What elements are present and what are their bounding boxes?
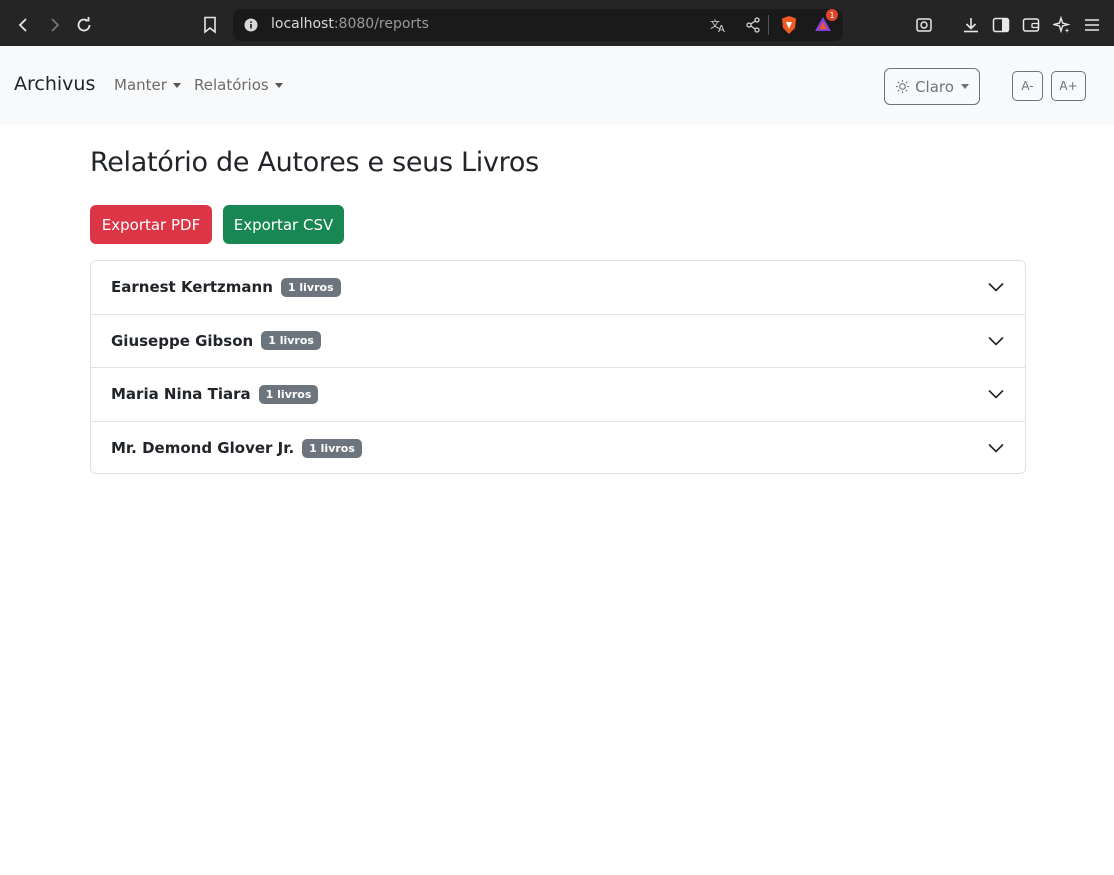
caret-down-icon: [960, 84, 969, 89]
book-count-badge: 1 livros: [280, 277, 341, 297]
translate-icon[interactable]: 文A: [707, 13, 731, 37]
address-bar[interactable]: localhost:8080/reports 文A 1: [233, 9, 843, 41]
url-host: localhost: [271, 16, 334, 32]
page-title: Relatório de Autores e seus Livros: [90, 147, 539, 178]
caret-down-icon: [172, 82, 181, 88]
author-name: Mr. Demond Glover Jr.: [111, 439, 295, 458]
brave-rewards-icon[interactable]: 1: [811, 9, 838, 36]
chevron-down-icon: [988, 336, 1004, 346]
theme-toggle-button[interactable]: Claro: [884, 68, 980, 105]
toolbar-divider: [768, 15, 769, 35]
sun-icon: [896, 79, 910, 94]
font-decrease-button[interactable]: A-: [1012, 71, 1043, 101]
svg-text:A: A: [718, 24, 725, 33]
author-name: Giuseppe Gibson: [111, 331, 254, 350]
accordion-item-author[interactable]: Giuseppe Gibson 1 livros: [91, 315, 1025, 368]
authors-accordion: Earnest Kertzmann 1 livros Giuseppe Gibs…: [90, 260, 1026, 474]
download-icon[interactable]: [959, 13, 983, 37]
navbar: Archivus Manter Relatórios Claro A- A+: [0, 46, 1114, 125]
chevron-down-icon: [988, 390, 1004, 399]
bookmark-icon[interactable]: [198, 13, 222, 37]
sidebar-icon[interactable]: [989, 13, 1013, 37]
nav-menu-manter[interactable]: Manter: [114, 76, 181, 94]
author-name: Earnest Kertzmann: [111, 278, 273, 297]
font-increase-button[interactable]: A+: [1051, 71, 1086, 101]
screenshot-icon[interactable]: [912, 13, 936, 37]
export-csv-button[interactable]: Exportar CSV: [223, 205, 344, 244]
nav-menu-label: Relatórios: [194, 76, 269, 94]
info-icon[interactable]: [239, 13, 263, 37]
notification-count-badge: 1: [826, 9, 838, 21]
forward-icon[interactable]: [42, 13, 66, 37]
browser-toolbar: localhost:8080/reports 文A 1: [0, 0, 1114, 50]
theme-label: Claro: [915, 77, 954, 96]
book-count-badge: 1 livros: [302, 438, 362, 458]
navbar-brand[interactable]: Archivus: [14, 73, 95, 95]
export-pdf-button[interactable]: Exportar PDF: [90, 205, 212, 244]
nav-menu-relatorios[interactable]: Relatórios: [194, 76, 283, 94]
author-name: Maria Nina Tiara: [111, 385, 251, 404]
chevron-down-icon: [988, 283, 1004, 292]
url-text: localhost:8080/reports: [271, 16, 429, 32]
leo-ai-icon[interactable]: [1050, 13, 1074, 37]
accordion-item-author[interactable]: Maria Nina Tiara 1 livros: [91, 368, 1025, 422]
url-path: :8080/reports: [333, 16, 429, 32]
caret-down-icon: [274, 82, 283, 88]
brave-shield-icon[interactable]: [777, 13, 801, 37]
accordion-item-author[interactable]: Mr. Demond Glover Jr. 1 livros: [91, 422, 1025, 474]
nav-menu-label: Manter: [114, 76, 167, 94]
book-count-badge: 1 livros: [261, 331, 321, 351]
chevron-down-icon: [988, 444, 1004, 453]
accordion-item-author[interactable]: Earnest Kertzmann 1 livros: [91, 261, 1025, 315]
wallet-icon[interactable]: [1019, 13, 1043, 37]
book-count-badge: 1 livros: [258, 384, 319, 404]
back-icon[interactable]: [12, 13, 36, 37]
menu-icon[interactable]: [1080, 13, 1104, 37]
share-icon[interactable]: [741, 13, 765, 37]
reload-icon[interactable]: [72, 13, 96, 37]
